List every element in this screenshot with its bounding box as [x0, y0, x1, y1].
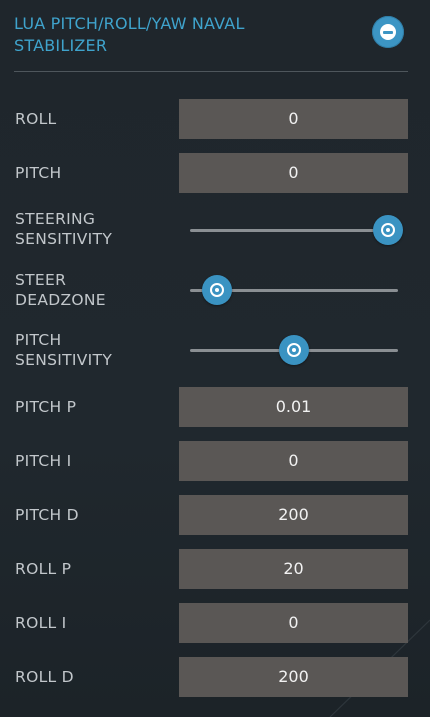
steering-sensitivity-label-line2: SENSITIVITY — [15, 230, 113, 248]
target-icon-core — [385, 228, 390, 232]
slider-thumb[interactable] — [202, 275, 233, 305]
pitch-label: PITCH — [15, 164, 62, 182]
roll-input[interactable]: 0 — [179, 99, 408, 139]
steer-deadzone-slider[interactable] — [190, 275, 398, 305]
roll-d-input[interactable]: 200 — [179, 657, 408, 697]
target-icon-core — [215, 288, 220, 292]
pitch-sensitivity-label-line2: SENSITIVITY — [15, 351, 113, 369]
steering-sensitivity-label: STEERING SENSITIVITY — [15, 209, 112, 249]
roll-p-input[interactable]: 20 — [179, 549, 408, 589]
collapse-button[interactable] — [372, 16, 404, 48]
target-icon-core — [292, 348, 296, 352]
header-divider — [14, 71, 408, 72]
roll-label: ROLL — [15, 110, 57, 128]
pitch-d-input[interactable]: 200 — [179, 495, 408, 535]
minus-icon — [383, 30, 393, 34]
pitch-sensitivity-slider[interactable] — [190, 335, 398, 365]
steer-deadzone-label-line1: STEER — [15, 271, 67, 289]
pitch-input[interactable]: 0 — [179, 153, 408, 193]
stabilizer-panel: LUA PITCH/ROLL/YAW NAVAL STABILIZER ROLL… — [0, 0, 430, 717]
steering-sensitivity-label-line1: STEERING — [15, 210, 96, 228]
panel-title-line2: STABILIZER — [14, 36, 108, 55]
steer-deadzone-label: STEER DEADZONE — [15, 270, 106, 310]
pitch-i-label: PITCH I — [15, 452, 72, 470]
roll-d-label: ROLL D — [15, 668, 74, 686]
panel-title-line1: LUA PITCH/ROLL/YAW NAVAL — [14, 14, 245, 33]
slider-thumb[interactable] — [372, 215, 403, 245]
steering-sensitivity-slider[interactable] — [190, 215, 403, 245]
roll-p-label: ROLL P — [15, 560, 72, 578]
roll-i-label: ROLL I — [15, 614, 67, 632]
panel-title: LUA PITCH/ROLL/YAW NAVAL STABILIZER — [14, 13, 344, 57]
slider-track — [190, 229, 398, 232]
pitch-d-label: PITCH D — [15, 506, 79, 524]
pitch-sensitivity-label-line1: PITCH — [15, 331, 62, 349]
pitch-p-input[interactable]: 0.01 — [179, 387, 408, 427]
panel-header: LUA PITCH/ROLL/YAW NAVAL STABILIZER — [14, 13, 344, 57]
pitch-p-label: PITCH P — [15, 398, 77, 416]
pitch-i-input[interactable]: 0 — [179, 441, 408, 481]
slider-thumb[interactable] — [279, 335, 309, 365]
roll-i-input[interactable]: 0 — [179, 603, 408, 643]
pitch-sensitivity-label: PITCH SENSITIVITY — [15, 330, 112, 370]
steer-deadzone-label-line2: DEADZONE — [15, 291, 106, 309]
